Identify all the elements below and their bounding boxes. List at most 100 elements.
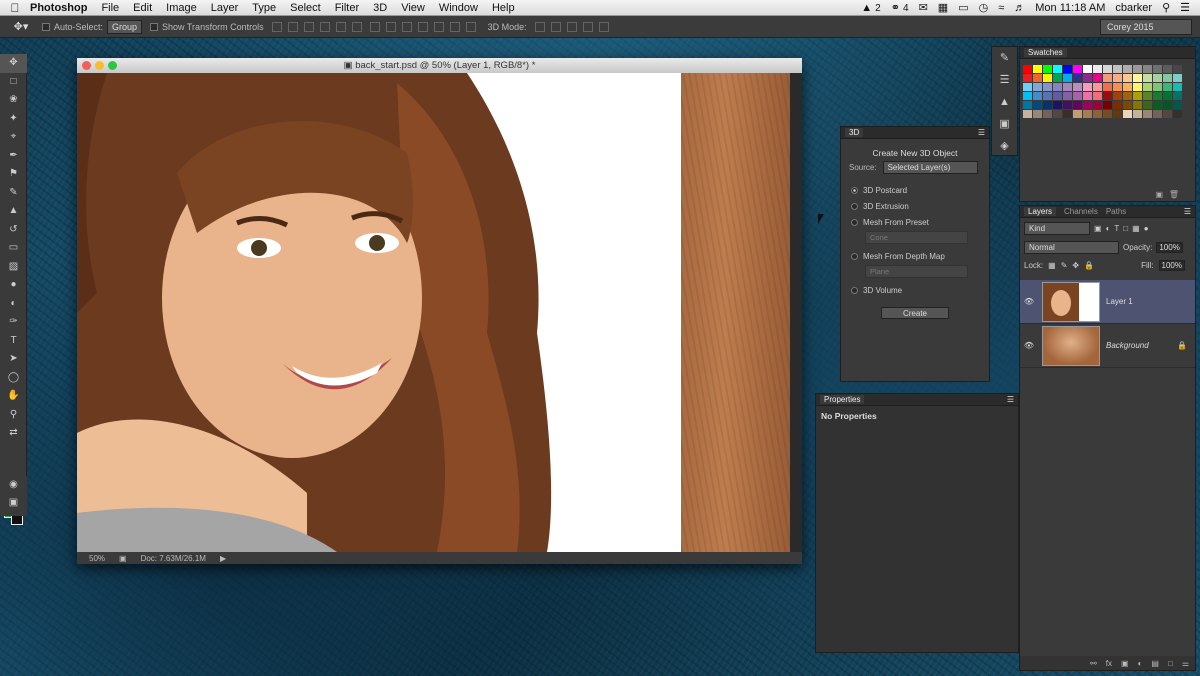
- color-swatch[interactable]: [1133, 101, 1142, 109]
- auto-align-icon[interactable]: [465, 21, 476, 32]
- color-swatch[interactable]: [1163, 83, 1172, 91]
- opacity-input[interactable]: 100%: [1156, 242, 1183, 253]
- distribute-hcenter-icon[interactable]: [433, 21, 444, 32]
- color-swatch[interactable]: [1053, 101, 1062, 109]
- color-swatch[interactable]: [1043, 65, 1052, 73]
- color-swatch[interactable]: [1123, 110, 1132, 118]
- brush-presets-icon[interactable]: ✎: [992, 47, 1017, 69]
- notification-center-icon[interactable]: ☰: [1180, 1, 1190, 14]
- color-swatch[interactable]: [1073, 92, 1082, 100]
- zoom-level[interactable]: 50%: [89, 554, 105, 563]
- color-swatch[interactable]: [1153, 101, 1162, 109]
- crop-tool-icon[interactable]: ⌖: [0, 128, 27, 147]
- color-swatch[interactable]: [1043, 74, 1052, 82]
- option-mesh-from-depth-map[interactable]: Mesh From Depth Map: [851, 252, 989, 261]
- color-swatch[interactable]: [1123, 101, 1132, 109]
- new-swatch-icon[interactable]: ▣: [1155, 190, 1163, 199]
- dodge-tool-icon[interactable]: ◐: [0, 295, 27, 314]
- eraser-tool-icon[interactable]: ▭: [0, 239, 27, 258]
- message-icon[interactable]: ✉: [919, 1, 928, 14]
- menu-edit[interactable]: Edit: [133, 2, 152, 14]
- gradient-tool-icon[interactable]: ▨: [0, 258, 27, 277]
- radio-mesh-from-preset[interactable]: [851, 219, 858, 226]
- filter-shape-icon[interactable]: □: [1123, 224, 1128, 233]
- type-tool-icon[interactable]: T: [0, 332, 27, 351]
- app-menu[interactable]: Photoshop: [30, 2, 87, 14]
- menu-filter[interactable]: Filter: [335, 2, 359, 14]
- color-swatch[interactable]: [1113, 110, 1122, 118]
- quick-select-tool-icon[interactable]: ✦: [0, 110, 27, 129]
- color-swatch[interactable]: [1113, 65, 1122, 73]
- create-button[interactable]: Create: [881, 307, 949, 319]
- lock-position-icon[interactable]: ✥: [1072, 261, 1079, 270]
- color-swatch[interactable]: [1033, 65, 1042, 73]
- spotlight-icon[interactable]: ⚲: [1162, 1, 1170, 14]
- radio-3d-extrusion[interactable]: [851, 203, 858, 210]
- clock-text[interactable]: Mon 11:18 AM: [1035, 2, 1105, 14]
- color-swatch[interactable]: [1033, 101, 1042, 109]
- 3d-scale-icon[interactable]: [598, 21, 609, 32]
- distribute-left-icon[interactable]: [417, 21, 428, 32]
- color-swatch[interactable]: [1123, 74, 1132, 82]
- color-swatch[interactable]: [1123, 65, 1132, 73]
- color-swatch[interactable]: [1093, 74, 1102, 82]
- 3d-pan-icon[interactable]: [566, 21, 577, 32]
- menu-select[interactable]: Select: [290, 2, 321, 14]
- 3d-panel-icon[interactable]: ◈: [992, 135, 1017, 157]
- color-swatch[interactable]: [1103, 74, 1112, 82]
- reset-colors-icon[interactable]: ⇄: [0, 424, 27, 443]
- color-swatch[interactable]: [1173, 101, 1182, 109]
- layer-row-background[interactable]: 👁 Background 🔒: [1020, 324, 1195, 368]
- color-swatch[interactable]: [1053, 110, 1062, 118]
- color-swatch[interactable]: [1153, 110, 1162, 118]
- menu-view[interactable]: View: [401, 2, 425, 14]
- 3d-rotate-icon[interactable]: [534, 21, 545, 32]
- color-swatch[interactable]: [1133, 74, 1142, 82]
- color-swatch[interactable]: [1083, 74, 1092, 82]
- color-swatch[interactable]: [1133, 65, 1142, 73]
- blend-mode-dropdown[interactable]: Normal: [1024, 241, 1119, 254]
- grid-icon[interactable]: ▦: [938, 1, 948, 14]
- tab-paths[interactable]: Paths: [1106, 207, 1126, 216]
- eyedropper-tool-icon[interactable]: ✒: [0, 147, 27, 166]
- color-swatch[interactable]: [1083, 65, 1092, 73]
- menu-layer[interactable]: Layer: [211, 2, 239, 14]
- color-swatch[interactable]: [1053, 74, 1062, 82]
- color-swatch[interactable]: [1123, 83, 1132, 91]
- color-swatch[interactable]: [1033, 110, 1042, 118]
- radio-mesh-from-depth-map[interactable]: [851, 253, 858, 260]
- color-swatch[interactable]: [1103, 65, 1112, 73]
- filter-kind-dropdown[interactable]: Kind: [1024, 222, 1090, 235]
- option-3d-postcard[interactable]: 3D Postcard: [851, 186, 989, 195]
- color-swatch[interactable]: [1043, 110, 1052, 118]
- color-swatch[interactable]: [1093, 92, 1102, 100]
- link-layers-icon[interactable]: ⚯: [1090, 659, 1097, 668]
- history-brush-tool-icon[interactable]: ↺: [0, 221, 27, 240]
- source-dropdown[interactable]: Selected Layer(s): [882, 161, 978, 174]
- lock-image-icon[interactable]: ✎: [1061, 261, 1068, 270]
- color-swatch[interactable]: [1073, 65, 1082, 73]
- menu-image[interactable]: Image: [166, 2, 197, 14]
- filter-pixel-icon[interactable]: ▣: [1094, 224, 1102, 233]
- color-swatch[interactable]: [1103, 101, 1112, 109]
- tab-swatches[interactable]: Swatches: [1024, 48, 1067, 57]
- color-swatch[interactable]: [1083, 110, 1092, 118]
- color-swatch[interactable]: [1113, 83, 1122, 91]
- filter-toggle-icon[interactable]: ●: [1144, 224, 1149, 233]
- color-swatch[interactable]: [1023, 74, 1032, 82]
- hand-tool-icon[interactable]: ✋: [0, 387, 27, 406]
- color-swatch[interactable]: [1023, 83, 1032, 91]
- color-swatch[interactable]: [1113, 92, 1122, 100]
- color-swatch[interactable]: [1163, 92, 1172, 100]
- brush-tool-icon[interactable]: ✎: [0, 184, 27, 203]
- ellipse-tool-icon[interactable]: ◯: [0, 369, 27, 388]
- align-bottom-icon[interactable]: [303, 21, 314, 32]
- volume-icon[interactable]: ♬: [1014, 2, 1025, 14]
- color-swatch[interactable]: [1053, 83, 1062, 91]
- option-3d-volume[interactable]: 3D Volume: [851, 286, 989, 295]
- minimize-window-icon[interactable]: [95, 61, 104, 70]
- color-swatch[interactable]: [1073, 83, 1082, 91]
- color-swatch[interactable]: [1173, 110, 1182, 118]
- color-swatch[interactable]: [1173, 83, 1182, 91]
- layer-style-icon[interactable]: fx: [1106, 659, 1112, 668]
